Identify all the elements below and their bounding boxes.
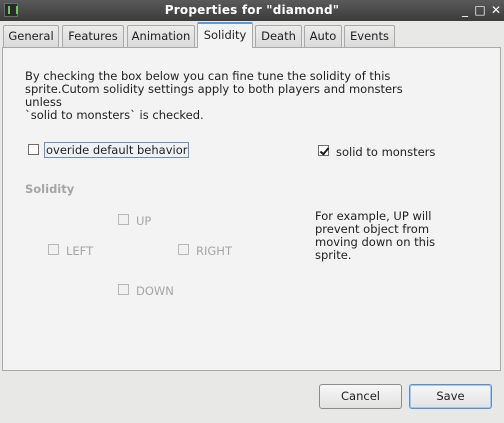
window-title: Properties for "diamond": [164, 3, 340, 17]
tab-events[interactable]: Events: [344, 25, 395, 47]
close-icon[interactable]: ✕: [488, 2, 504, 18]
down-label: DOWN: [136, 284, 174, 298]
up-label: UP: [136, 214, 152, 228]
maximize-icon[interactable]: □: [472, 2, 488, 18]
intro-line-3: `solid to monsters` is checked.: [25, 108, 204, 122]
left-label: LEFT: [66, 244, 94, 258]
override-checkbox[interactable]: [28, 144, 39, 155]
solid-to-monsters-label[interactable]: solid to monsters: [336, 145, 435, 159]
tab-auto[interactable]: Auto: [304, 25, 342, 47]
left-checkbox[interactable]: [48, 244, 59, 255]
intro-line-2: sprite.Cutom solidity settings apply to …: [25, 82, 403, 109]
tab-solidity[interactable]: Solidity: [197, 22, 253, 48]
tab-general[interactable]: General: [3, 25, 59, 47]
up-checkbox[interactable]: [118, 214, 129, 225]
title-bar: Properties for "diamond" _ □ ✕: [0, 0, 504, 21]
solid-to-monsters-checkbox[interactable]: [318, 145, 329, 156]
save-button[interactable]: Save: [409, 384, 492, 409]
cancel-button[interactable]: Cancel: [319, 384, 402, 409]
minimize-icon[interactable]: _: [457, 2, 473, 18]
down-checkbox[interactable]: [118, 284, 129, 295]
tab-animation[interactable]: Animation: [127, 25, 195, 47]
right-label: RIGHT: [196, 244, 232, 258]
right-checkbox[interactable]: [178, 244, 189, 255]
tab-features[interactable]: Features: [62, 25, 124, 47]
tab-death[interactable]: Death: [255, 25, 302, 47]
example-text: For example, UP will prevent object from…: [315, 209, 436, 262]
solidity-section-title: Solidity: [25, 182, 75, 196]
intro-text: By checking the box below you can fine t…: [25, 70, 415, 122]
override-label[interactable]: overide default behavior: [44, 142, 190, 158]
solidity-panel: By checking the box below you can fine t…: [2, 47, 501, 371]
